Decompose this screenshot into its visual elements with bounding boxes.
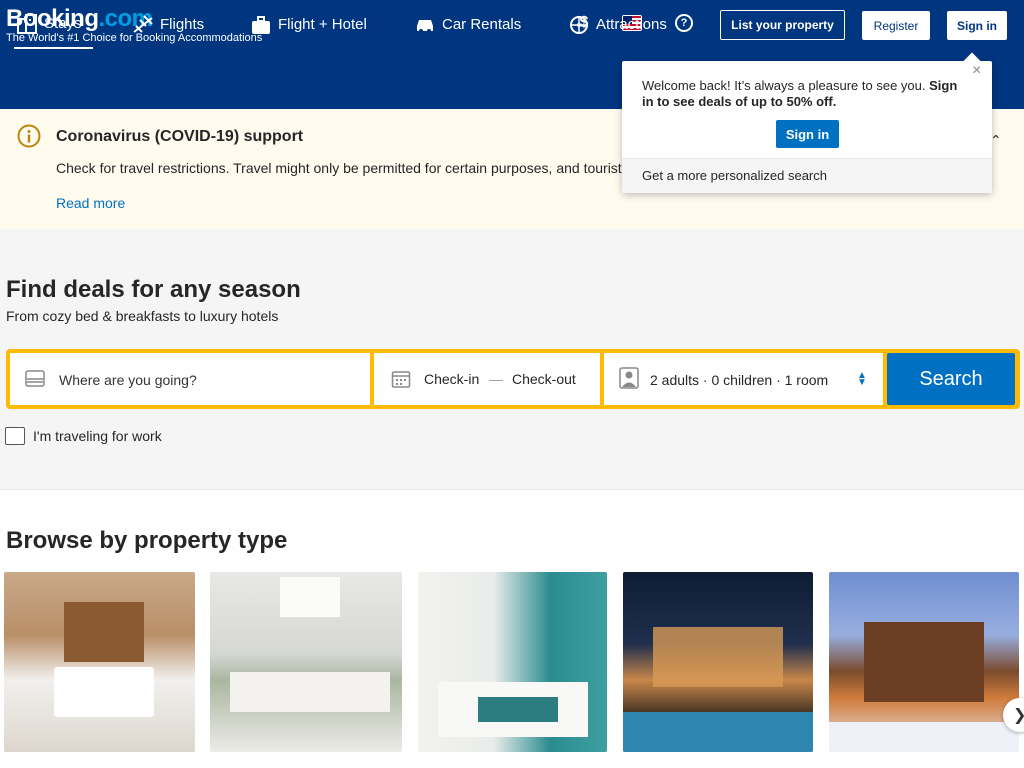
browse-title: Browse by property type <box>6 527 288 554</box>
bed-icon <box>16 13 38 35</box>
info-icon <box>17 124 41 153</box>
plane-icon <box>132 14 154 36</box>
nav-flights[interactable]: Flights <box>132 0 204 49</box>
sign-in-button[interactable]: Sign in <box>947 11 1007 40</box>
popup-message: Welcome back! It’s always a pleasure to … <box>642 78 972 110</box>
ferris-wheel-icon <box>568 14 590 36</box>
personalized-search-text: Get a more personalized search <box>642 168 827 183</box>
bed-icon <box>24 367 45 387</box>
nav-car-rentals-label: Car Rentals <box>442 16 522 33</box>
property-card-villas[interactable] <box>623 572 813 752</box>
search-button[interactable]: Search <box>887 353 1015 405</box>
check-out-field[interactable]: Check-out <box>512 371 576 387</box>
nav-flight-hotel[interactable]: Flight + Hotel <box>250 0 367 49</box>
popup-message-text: Welcome back! It’s always a pleasure to … <box>642 78 930 93</box>
register-button[interactable]: Register <box>862 11 930 40</box>
updown-chevron-icon: ▲ ▼ <box>857 370 867 388</box>
property-card-hotels[interactable] <box>4 572 195 752</box>
property-card-apartments[interactable] <box>210 572 402 752</box>
check-in-field[interactable]: Check-in <box>424 371 479 387</box>
nav-stays-label: Stays <box>44 15 82 32</box>
guests-selector[interactable]: 2 adults · 0 children · 1 room <box>650 372 828 388</box>
close-icon[interactable]: × <box>972 62 981 80</box>
nav-flights-label: Flights <box>160 16 205 33</box>
nav-attractions-label: Attractions <box>596 16 667 33</box>
suitcase-icon <box>250 14 272 36</box>
destination-input[interactable]: Where are you going? <box>59 372 197 388</box>
calendar-icon <box>391 369 411 389</box>
help-button[interactable]: ? <box>675 14 693 32</box>
covid-text: Check for travel restrictions. Travel mi… <box>56 160 622 176</box>
page-subtitle: From cozy bed & breakfasts to luxury hot… <box>6 308 279 324</box>
date-separator: — <box>489 371 503 387</box>
car-icon <box>414 14 436 36</box>
help-icon: ? <box>680 17 688 29</box>
person-icon <box>619 367 639 389</box>
popup-sign-in-button[interactable]: Sign in <box>776 120 839 148</box>
nav-stays[interactable]: Stays <box>14 0 93 49</box>
nav-flight-hotel-label: Flight + Hotel <box>278 16 367 33</box>
page-title: Find deals for any season <box>6 276 301 303</box>
property-card-resorts[interactable] <box>418 572 607 752</box>
read-more-link[interactable]: Read more <box>56 195 125 211</box>
work-travel-label[interactable]: I'm traveling for work <box>33 428 162 444</box>
covid-title: Coronavirus (COVID-19) support <box>56 128 304 145</box>
nav-car-rentals[interactable]: Car Rentals <box>414 0 521 49</box>
list-property-button[interactable]: List your property <box>720 10 845 40</box>
nav-attractions[interactable]: Attractions <box>568 0 667 49</box>
work-travel-checkbox[interactable] <box>5 427 25 445</box>
property-card-cabins[interactable] <box>829 572 1019 752</box>
